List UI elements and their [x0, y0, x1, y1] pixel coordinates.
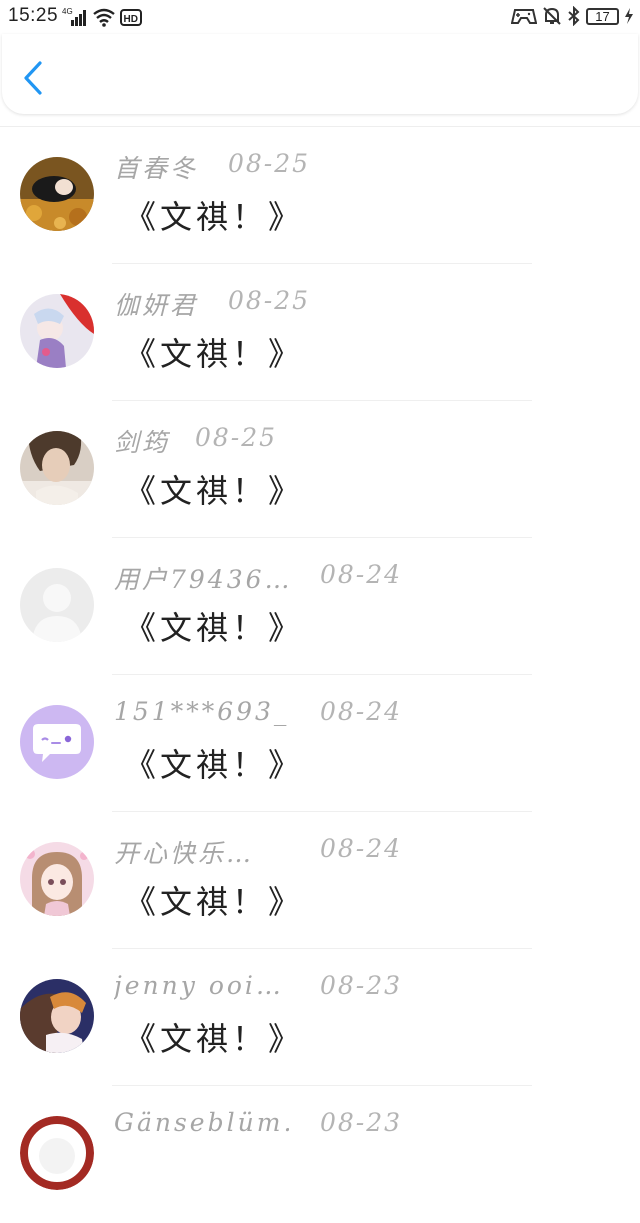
avatar[interactable] [20, 842, 94, 916]
user-name[interactable]: 151***693_… [114, 697, 289, 726]
battery-icon: 17 [586, 7, 619, 25]
hd-icon: HD [120, 9, 142, 26]
status-time: 15:25 [8, 5, 59, 26]
user-name[interactable]: 伽妍君 [114, 286, 198, 322]
battery-level: 17 [595, 8, 610, 24]
bell-muted-icon [543, 7, 561, 25]
navigation-bar [2, 34, 638, 114]
comment-date: 08-25 [228, 149, 311, 178]
comment-text: 《文祺！》 [124, 472, 305, 510]
gamepad-icon [511, 9, 537, 24]
avatar[interactable] [20, 294, 94, 368]
back-button[interactable] [20, 60, 50, 96]
list-item[interactable]: 剑筠 08-25 《文祺！》 [0, 401, 640, 538]
comment-text: 《文祺！》 [124, 198, 305, 236]
comment-date: 08-24 [320, 697, 403, 726]
list-item[interactable]: 首春冬 08-25 《文祺！》 [0, 127, 640, 264]
list-item[interactable]: 伽妍君 08-25 《文祺！》 [0, 264, 640, 401]
list-item[interactable]: 151***693_… 08-24 《文祺！》 [0, 675, 640, 812]
comment-text: 《文祺！》 [124, 1020, 305, 1058]
comment-date: 08-25 [195, 423, 278, 452]
chevron-left-icon [24, 61, 42, 95]
list-item[interactable]: jenny ooi… 08-23 《文祺！》 [0, 949, 640, 1086]
bluetooth-icon [568, 6, 580, 26]
comment-date: 08-23 [320, 971, 403, 1000]
comment-text: 《文祺！》 [124, 335, 305, 373]
avatar[interactable] [20, 979, 94, 1053]
list-item[interactable]: 开心快乐… 08-24 《文祺！》 [0, 812, 640, 949]
comment-date: 08-24 [320, 834, 403, 863]
comment-text: 《文祺！》 [124, 746, 305, 784]
svg-text:HD: HD [124, 14, 138, 25]
comment-text: 《文祺！》 [124, 883, 305, 921]
comment-date: 08-24 [320, 560, 403, 589]
user-name[interactable]: jenny ooi… [114, 971, 284, 1000]
comment-date: 08-23 [320, 1108, 403, 1137]
comment-date: 08-25 [228, 286, 311, 315]
avatar[interactable] [20, 705, 94, 779]
avatar[interactable] [20, 157, 94, 231]
user-name[interactable]: 剑筠 [114, 423, 170, 459]
comment-text: 《文祺！》 [124, 609, 305, 647]
status-icons-right: 17 [511, 5, 634, 27]
avatar[interactable] [20, 431, 94, 505]
wifi-icon [93, 8, 115, 27]
user-name[interactable]: 首春冬 [114, 149, 198, 185]
list-item[interactable]: 用户79436… 08-24 《文祺！》 [0, 538, 640, 675]
status-bar: 15:25 4G HD 17 [0, 0, 640, 34]
list-item[interactable]: Gänseblüm… 08-23 [0, 1086, 640, 1223]
user-name[interactable]: 用户79436… [114, 560, 289, 596]
charging-icon [625, 8, 633, 24]
signal-icon: 4G [62, 7, 86, 26]
status-icons-left: 4G HD [62, 6, 142, 28]
avatar[interactable] [20, 1116, 94, 1190]
comment-list: 首春冬 08-25 《文祺！》 伽妍君 08-25 《文祺！》 剑筠 08-25… [0, 126, 640, 1223]
avatar[interactable] [20, 568, 94, 642]
user-name[interactable]: 开心快乐… [114, 834, 254, 870]
svg-text:4G: 4G [62, 7, 73, 16]
user-name[interactable]: Gänseblüm… [114, 1108, 289, 1137]
